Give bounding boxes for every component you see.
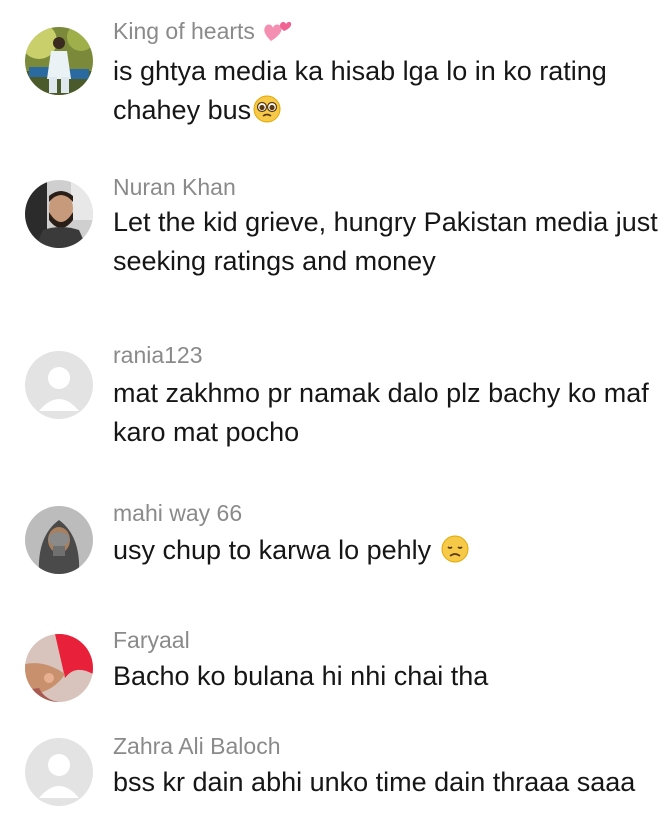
comment-text: Bacho ko bulana hi nhi chai tha <box>113 661 489 691</box>
avatar[interactable] <box>25 180 93 248</box>
comment-text: Let the kid grieve, hungry Pakistan medi… <box>113 207 658 276</box>
pink-hearts-icon <box>263 19 293 49</box>
username[interactable]: Nuran Khan <box>113 174 236 201</box>
disappointed-face-icon <box>441 535 469 574</box>
avatar[interactable] <box>25 27 93 95</box>
username[interactable]: Faryaal <box>113 627 190 654</box>
username[interactable]: Zahra Ali Baloch <box>113 733 280 760</box>
comment-text: bss kr dain abhi unko time dain thraaa s… <box>113 767 636 797</box>
default-avatar[interactable] <box>25 738 93 806</box>
avatar[interactable] <box>25 634 93 702</box>
comment-text-content: usy chup to karwa lo pehly <box>113 535 432 565</box>
comment-text-content: is ghtya media ka hisab lga lo in ko rat… <box>113 56 607 125</box>
comment-text: usy chup to karwa lo pehly <box>113 531 661 574</box>
comment-text: is ghtya media ka hisab lga lo in ko rat… <box>113 52 661 134</box>
pleading-face-icon <box>253 95 281 134</box>
comment-text: mat zakhmo pr namak dalo plz bachy ko ma… <box>113 378 649 447</box>
username[interactable]: rania123 <box>113 342 203 369</box>
default-avatar[interactable] <box>25 351 93 419</box>
username[interactable]: King of hearts <box>113 18 293 49</box>
username-text[interactable]: King of hearts <box>113 18 255 44</box>
username[interactable]: mahi way 66 <box>113 500 242 527</box>
avatar[interactable] <box>25 506 93 574</box>
